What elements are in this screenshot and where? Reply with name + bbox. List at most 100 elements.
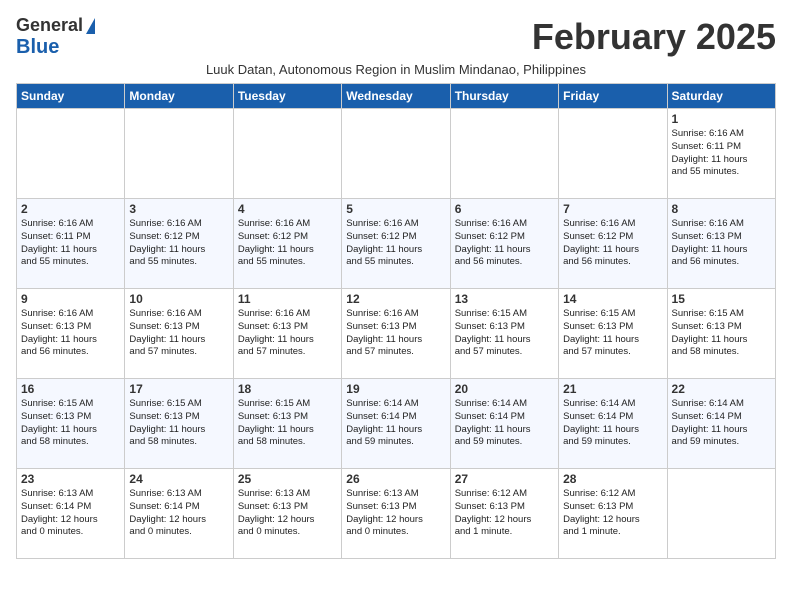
cell-info: Sunrise: 6:13 AM Sunset: 6:13 PM Dayligh… bbox=[238, 488, 337, 539]
cell-info: Sunrise: 6:16 AM Sunset: 6:13 PM Dayligh… bbox=[129, 308, 228, 359]
header-friday: Friday bbox=[559, 84, 667, 109]
calendar-cell: 14 Sunrise: 6:15 AM Sunset: 6:13 PM Dayli… bbox=[559, 289, 667, 379]
cell-info: Sunrise: 6:16 AM Sunset: 6:12 PM Dayligh… bbox=[455, 218, 554, 269]
logo-text: General bbox=[16, 16, 95, 36]
day-number: 24 bbox=[129, 472, 228, 486]
calendar-cell: 5 Sunrise: 6:16 AM Sunset: 6:12 PM Daylig… bbox=[342, 199, 450, 289]
calendar-cell bbox=[667, 469, 775, 559]
day-number: 8 bbox=[672, 202, 771, 216]
day-number: 11 bbox=[238, 292, 337, 306]
cell-info: Sunrise: 6:15 AM Sunset: 6:13 PM Dayligh… bbox=[672, 308, 771, 359]
cell-info: Sunrise: 6:13 AM Sunset: 6:14 PM Dayligh… bbox=[129, 488, 228, 539]
calendar-cell: 21 Sunrise: 6:14 AM Sunset: 6:14 PM Dayli… bbox=[559, 379, 667, 469]
day-number: 1 bbox=[672, 112, 771, 126]
calendar-cell: 2Sunrise: 6:16 AM Sunset: 6:11 PM Daylig… bbox=[17, 199, 125, 289]
cell-info: Sunrise: 6:12 AM Sunset: 6:13 PM Dayligh… bbox=[563, 488, 662, 539]
day-number: 5 bbox=[346, 202, 445, 216]
day-number: 10 bbox=[129, 292, 228, 306]
week-row-3: 9 Sunrise: 6:16 AM Sunset: 6:13 PM Daylig… bbox=[17, 289, 776, 379]
calendar-cell: 19 Sunrise: 6:14 AM Sunset: 6:14 PM Dayli… bbox=[342, 379, 450, 469]
calendar-cell: 10 Sunrise: 6:16 AM Sunset: 6:13 PM Dayli… bbox=[125, 289, 233, 379]
cell-info: Sunrise: 6:14 AM Sunset: 6:14 PM Dayligh… bbox=[455, 398, 554, 449]
calendar-cell bbox=[233, 109, 341, 199]
header-monday: Monday bbox=[125, 84, 233, 109]
calendar-cell: 9Sunrise: 6:16 AM Sunset: 6:13 PM Daylig… bbox=[17, 289, 125, 379]
header-sunday: Sunday bbox=[17, 84, 125, 109]
calendar-cell: 23 Sunrise: 6:13 AM Sunset: 6:14 PM Dayli… bbox=[17, 469, 125, 559]
day-number: 28 bbox=[563, 472, 662, 486]
calendar-header-row: SundayMondayTuesdayWednesdayThursdayFrid… bbox=[17, 84, 776, 109]
week-row-4: 16 Sunrise: 6:15 AM Sunset: 6:13 PM Dayli… bbox=[17, 379, 776, 469]
week-row-2: 2Sunrise: 6:16 AM Sunset: 6:11 PM Daylig… bbox=[17, 199, 776, 289]
calendar-cell: 1 Sunrise: 6:16 AM Sunset: 6:11 PM Daylig… bbox=[667, 109, 775, 199]
day-number: 27 bbox=[455, 472, 554, 486]
header-thursday: Thursday bbox=[450, 84, 558, 109]
calendar-cell: 18 Sunrise: 6:15 AM Sunset: 6:13 PM Dayli… bbox=[233, 379, 341, 469]
week-row-5: 23 Sunrise: 6:13 AM Sunset: 6:14 PM Dayli… bbox=[17, 469, 776, 559]
cell-info: Sunrise: 6:16 AM Sunset: 6:13 PM Dayligh… bbox=[672, 218, 771, 269]
calendar-cell: 6 Sunrise: 6:16 AM Sunset: 6:12 PM Daylig… bbox=[450, 199, 558, 289]
cell-info: Sunrise: 6:16 AM Sunset: 6:13 PM Dayligh… bbox=[346, 308, 445, 359]
month-title: February 2025 bbox=[532, 16, 776, 58]
cell-info: Sunrise: 6:16 AM Sunset: 6:11 PM Dayligh… bbox=[672, 128, 771, 179]
day-number: 14 bbox=[563, 292, 662, 306]
calendar-cell: 27 Sunrise: 6:12 AM Sunset: 6:13 PM Dayli… bbox=[450, 469, 558, 559]
calendar-cell: 4Sunrise: 6:16 AM Sunset: 6:12 PM Daylig… bbox=[233, 199, 341, 289]
day-number: 23 bbox=[21, 472, 120, 486]
cell-info: Sunrise: 6:12 AM Sunset: 6:13 PM Dayligh… bbox=[455, 488, 554, 539]
day-number: 20 bbox=[455, 382, 554, 396]
calendar: SundayMondayTuesdayWednesdayThursdayFrid… bbox=[16, 83, 776, 559]
day-number: 16 bbox=[21, 382, 120, 396]
cell-info: Sunrise: 6:14 AM Sunset: 6:14 PM Dayligh… bbox=[346, 398, 445, 449]
calendar-cell: 26Sunrise: 6:13 AM Sunset: 6:13 PM Dayli… bbox=[342, 469, 450, 559]
cell-info: Sunrise: 6:16 AM Sunset: 6:12 PM Dayligh… bbox=[129, 218, 228, 269]
day-number: 25 bbox=[238, 472, 337, 486]
calendar-cell: 17Sunrise: 6:15 AM Sunset: 6:13 PM Dayli… bbox=[125, 379, 233, 469]
subtitle: Luuk Datan, Autonomous Region in Muslim … bbox=[16, 62, 776, 77]
cell-info: Sunrise: 6:16 AM Sunset: 6:12 PM Dayligh… bbox=[238, 218, 337, 269]
cell-info: Sunrise: 6:15 AM Sunset: 6:13 PM Dayligh… bbox=[238, 398, 337, 449]
calendar-cell: 3 Sunrise: 6:16 AM Sunset: 6:12 PM Daylig… bbox=[125, 199, 233, 289]
cell-info: Sunrise: 6:13 AM Sunset: 6:14 PM Dayligh… bbox=[21, 488, 120, 539]
day-number: 2 bbox=[21, 202, 120, 216]
cell-info: Sunrise: 6:13 AM Sunset: 6:13 PM Dayligh… bbox=[346, 488, 445, 539]
cell-info: Sunrise: 6:15 AM Sunset: 6:13 PM Dayligh… bbox=[455, 308, 554, 359]
calendar-cell bbox=[17, 109, 125, 199]
cell-info: Sunrise: 6:15 AM Sunset: 6:13 PM Dayligh… bbox=[129, 398, 228, 449]
cell-info: Sunrise: 6:16 AM Sunset: 6:12 PM Dayligh… bbox=[346, 218, 445, 269]
cell-info: Sunrise: 6:15 AM Sunset: 6:13 PM Dayligh… bbox=[21, 398, 120, 449]
cell-info: Sunrise: 6:14 AM Sunset: 6:14 PM Dayligh… bbox=[672, 398, 771, 449]
calendar-cell: 13 Sunrise: 6:15 AM Sunset: 6:13 PM Dayli… bbox=[450, 289, 558, 379]
week-row-1: 1 Sunrise: 6:16 AM Sunset: 6:11 PM Daylig… bbox=[17, 109, 776, 199]
calendar-cell: 24 Sunrise: 6:13 AM Sunset: 6:14 PM Dayli… bbox=[125, 469, 233, 559]
day-number: 6 bbox=[455, 202, 554, 216]
calendar-cell: 7Sunrise: 6:16 AM Sunset: 6:12 PM Daylig… bbox=[559, 199, 667, 289]
cell-info: Sunrise: 6:16 AM Sunset: 6:13 PM Dayligh… bbox=[238, 308, 337, 359]
calendar-cell bbox=[342, 109, 450, 199]
header-tuesday: Tuesday bbox=[233, 84, 341, 109]
calendar-cell: 22 Sunrise: 6:14 AM Sunset: 6:14 PM Dayli… bbox=[667, 379, 775, 469]
cell-info: Sunrise: 6:15 AM Sunset: 6:13 PM Dayligh… bbox=[563, 308, 662, 359]
calendar-cell: 16 Sunrise: 6:15 AM Sunset: 6:13 PM Dayli… bbox=[17, 379, 125, 469]
day-number: 15 bbox=[672, 292, 771, 306]
calendar-cell bbox=[125, 109, 233, 199]
calendar-cell: 28 Sunrise: 6:12 AM Sunset: 6:13 PM Dayli… bbox=[559, 469, 667, 559]
day-number: 9 bbox=[21, 292, 120, 306]
day-number: 22 bbox=[672, 382, 771, 396]
day-number: 19 bbox=[346, 382, 445, 396]
calendar-cell bbox=[559, 109, 667, 199]
day-number: 13 bbox=[455, 292, 554, 306]
day-number: 3 bbox=[129, 202, 228, 216]
calendar-cell: 8 Sunrise: 6:16 AM Sunset: 6:13 PM Daylig… bbox=[667, 199, 775, 289]
calendar-cell: 20 Sunrise: 6:14 AM Sunset: 6:14 PM Dayli… bbox=[450, 379, 558, 469]
cell-info: Sunrise: 6:14 AM Sunset: 6:14 PM Dayligh… bbox=[563, 398, 662, 449]
calendar-cell: 12Sunrise: 6:16 AM Sunset: 6:13 PM Dayli… bbox=[342, 289, 450, 379]
calendar-cell: 25 Sunrise: 6:13 AM Sunset: 6:13 PM Dayli… bbox=[233, 469, 341, 559]
header-wednesday: Wednesday bbox=[342, 84, 450, 109]
day-number: 18 bbox=[238, 382, 337, 396]
calendar-cell bbox=[450, 109, 558, 199]
day-number: 21 bbox=[563, 382, 662, 396]
header-saturday: Saturday bbox=[667, 84, 775, 109]
logo-blue-text: Blue bbox=[16, 36, 59, 58]
logo: General Blue bbox=[16, 16, 95, 58]
